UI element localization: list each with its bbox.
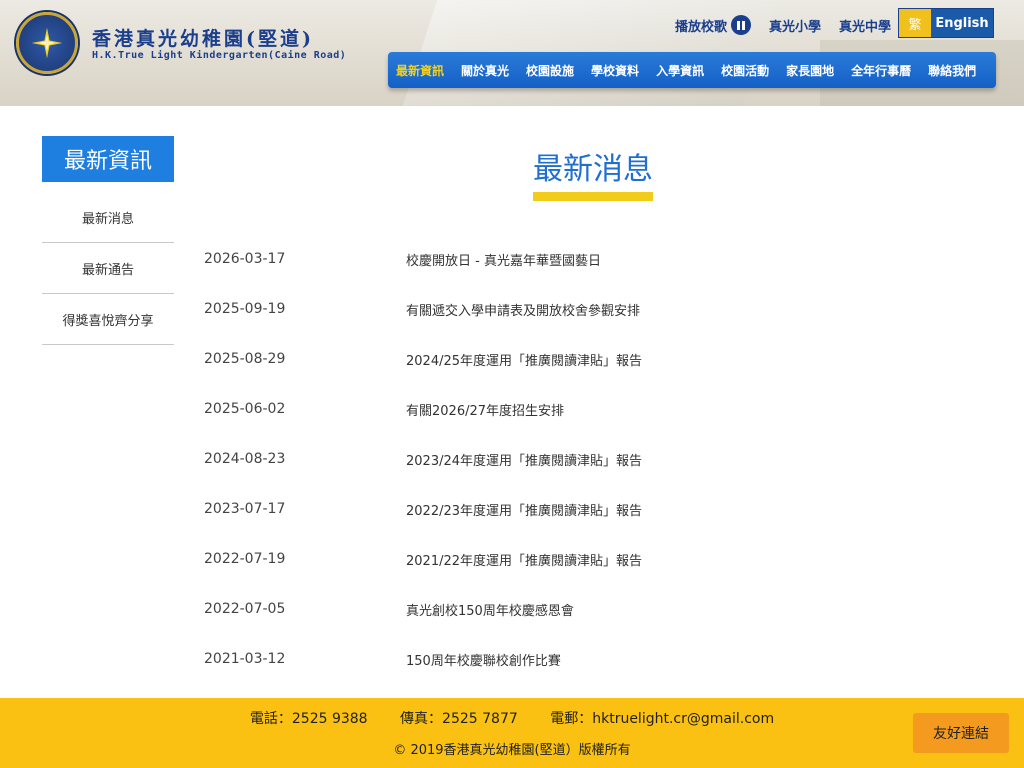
language-switcher: 繁 English [898,8,994,38]
nav-item-school-info[interactable]: 學校資料 [591,62,639,79]
friendly-links-button[interactable]: 友好連結 [913,713,1009,753]
site-footer: 電話：2525 9388 傳真：2525 7877 電郵：hktruelight… [0,698,1024,768]
nav-item-about[interactable]: 關於真光 [461,62,509,79]
news-date: 2025-08-29 [204,351,286,367]
title-underline [533,192,653,201]
sidebar-item-awards[interactable]: 得獎喜悅齊分享 [42,294,174,345]
page-title: 最新消息 [533,152,653,187]
sidebar-title: 最新資訊 [42,136,174,182]
main-nav: 最新資訊 關於真光 校園設施 學校資料 入學資訊 校園活動 家長園地 全年行事曆… [388,52,996,88]
school-song-toggle[interactable]: 播放校歌 [675,15,752,35]
list-item[interactable]: 2022-07-19 2021/22年度運用「推廣閱讀津貼」報告 [204,534,984,584]
news-title-link[interactable]: 2021/22年度運用「推廣閱讀津貼」報告 [406,550,984,569]
school-name-english[interactable]: H.K.True Light Kindergarten(Caine Road) [92,50,346,61]
footer-contact-info: 電話：2525 9388 傳真：2525 7877 電郵：hktruelight… [0,708,1024,728]
sidebar-menu: 最新消息 最新通告 得獎喜悅齊分享 [42,192,174,345]
list-item[interactable]: 2021-03-12 150周年校慶聯校創作比賽 [204,634,984,684]
list-item[interactable]: 2022-07-05 真光創校150周年校慶感恩會 [204,584,984,634]
lang-traditional-button[interactable]: 繁 [899,9,931,37]
primary-school-link[interactable]: 真光小學 [769,16,821,35]
pause-icon[interactable] [731,15,752,35]
footer-phone: 電話：2525 9388 [249,711,368,727]
news-title-link[interactable]: 校慶開放日 - 真光嘉年華暨國藝日 [406,250,984,269]
school-crest-icon[interactable] [16,12,78,74]
list-item[interactable]: 2025-09-19 有關遞交入學申請表及開放校舍參觀安排 [204,284,984,334]
list-item[interactable]: 2026-03-17 校慶開放日 - 真光嘉年華暨國藝日 [204,234,984,284]
news-title-link[interactable]: 2022/23年度運用「推廣閱讀津貼」報告 [406,500,984,519]
news-date: 2025-06-02 [204,401,286,417]
nav-item-parents[interactable]: 家長園地 [786,62,834,79]
news-title-link[interactable]: 2023/24年度運用「推廣閱讀津貼」報告 [406,450,984,469]
news-title-link[interactable]: 2024/25年度運用「推廣閱讀津貼」報告 [406,350,984,369]
nav-item-admission[interactable]: 入學資訊 [656,62,704,79]
news-date: 2025-09-19 [204,301,286,317]
list-item[interactable]: 2025-08-29 2024/25年度運用「推廣閱讀津貼」報告 [204,334,984,384]
nav-item-activities[interactable]: 校園活動 [721,62,769,79]
news-date: 2026-03-17 [204,251,286,267]
sidebar-item-latest-news[interactable]: 最新消息 [42,192,174,243]
star-icon [31,27,63,59]
sidebar-item-notices[interactable]: 最新通告 [42,243,174,294]
news-date: 2022-07-05 [204,601,286,617]
footer-email[interactable]: 電郵：hktruelight.cr@gmail.com [550,711,774,727]
lang-english-button[interactable]: English [931,9,993,37]
news-date: 2022-07-19 [204,551,286,567]
school-song-label: 播放校歌 [675,19,728,35]
nav-item-facilities[interactable]: 校園設施 [526,62,574,79]
list-item[interactable]: 2024-08-23 2023/24年度運用「推廣閱讀津貼」報告 [204,434,984,484]
news-date: 2023-07-17 [204,501,286,517]
secondary-school-link[interactable]: 真光中學 [839,16,891,35]
news-list: 2026-03-17 校慶開放日 - 真光嘉年華暨國藝日 2025-09-19 … [204,234,984,684]
news-date: 2021-03-12 [204,651,286,667]
top-links: 播放校歌 真光小學 真光中學 [675,15,891,35]
nav-item-contact[interactable]: 聯絡我們 [928,62,976,79]
nav-item-calendar[interactable]: 全年行事曆 [851,62,911,79]
news-title-link[interactable]: 真光創校150周年校慶感恩會 [406,600,984,619]
news-date: 2024-08-23 [204,451,286,467]
news-title-link[interactable]: 有關遞交入學申請表及開放校舍參觀安排 [406,300,984,319]
school-name-chinese[interactable]: 香港真光幼稚園(堅道) [92,24,314,51]
list-item[interactable]: 2025-06-02 有關2026/27年度招生安排 [204,384,984,434]
nav-item-latest-news[interactable]: 最新資訊 [396,62,444,79]
news-title-link[interactable]: 150周年校慶聯校創作比賽 [406,650,984,669]
footer-fax: 傳真：2525 7877 [400,711,518,727]
footer-copyright: © 2019香港真光幼稚園(堅道）版權所有 [393,743,631,758]
list-item[interactable]: 2023-07-17 2022/23年度運用「推廣閱讀津貼」報告 [204,484,984,534]
site-header: 香港真光幼稚園(堅道) H.K.True Light Kindergarten(… [0,0,1024,106]
news-title-link[interactable]: 有關2026/27年度招生安排 [406,400,984,419]
